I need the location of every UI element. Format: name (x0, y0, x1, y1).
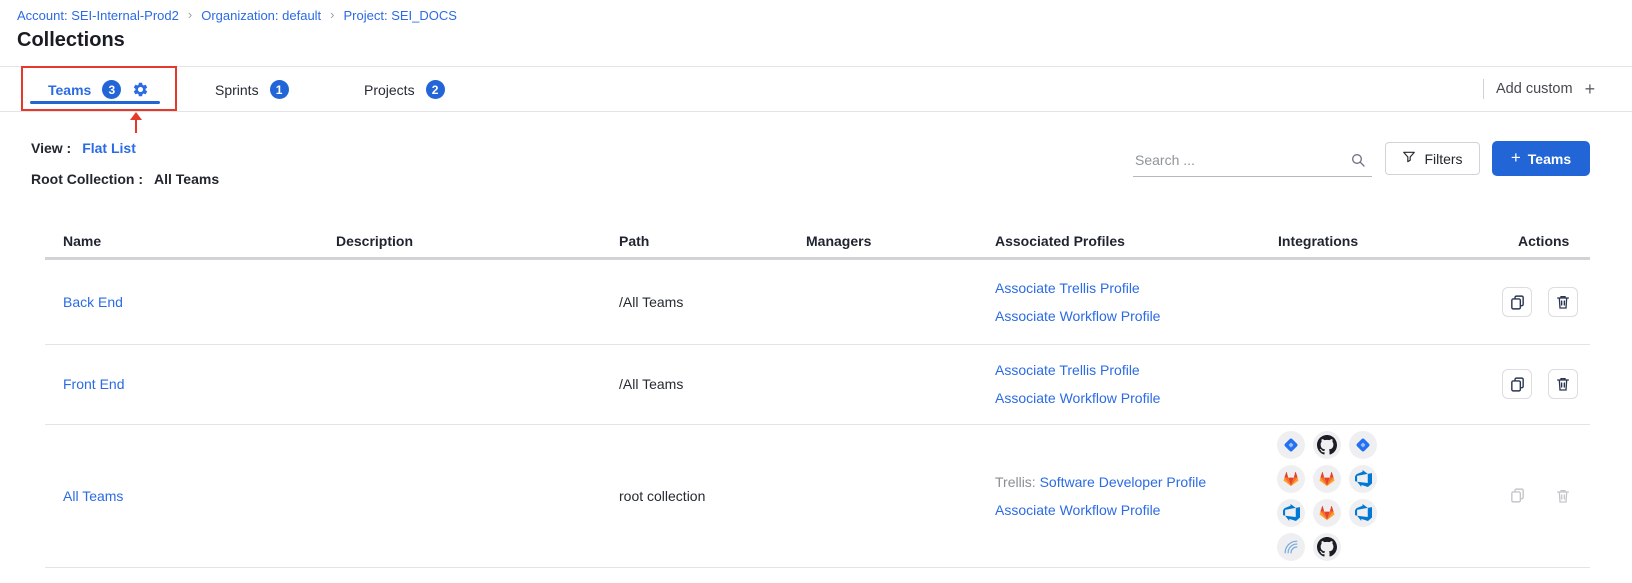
associated-profiles-cell: Trellis: Software Developer Profile Asso… (995, 424, 1206, 567)
associate-trellis-profile-link[interactable]: Associate Trellis Profile (995, 362, 1140, 378)
sprints-count-badge: 1 (270, 80, 289, 99)
tab-teams-label: Teams (48, 82, 91, 98)
actions-cell (1502, 260, 1578, 344)
root-collection-label: Root Collection : (31, 171, 143, 187)
column-header-associated-profiles: Associated Profiles (995, 225, 1125, 256)
path-cell: root collection (619, 424, 705, 567)
filters-button[interactable]: Filters (1385, 142, 1480, 175)
clone-collection-button[interactable] (1502, 287, 1532, 317)
associated-profiles-cell: Associate Trellis Profile Associate Work… (995, 260, 1160, 344)
plus-icon: + (1511, 149, 1521, 166)
trellis-prefix-label: Trellis: (995, 474, 1040, 490)
search-input[interactable] (1133, 145, 1342, 175)
gitlab-icon (1277, 465, 1305, 493)
path-cell: /All Teams (619, 260, 683, 344)
add-custom-label: Add custom (1496, 81, 1573, 97)
associate-trellis-profile-link[interactable]: Associate Trellis Profile (995, 280, 1140, 296)
column-header-managers: Managers (806, 225, 871, 256)
filter-funnel-icon (1402, 150, 1416, 167)
column-header-description: Description (336, 225, 413, 256)
add-teams-button[interactable]: + Teams (1492, 141, 1590, 176)
breadcrumb: Account: SEI-Internal-Prod2 › Organizati… (17, 8, 457, 23)
tab-projects[interactable]: Projects 2 (364, 67, 445, 112)
table-row-all-teams: All Teams root collection Trellis: Softw… (0, 424, 1632, 567)
arc-swoosh-icon (1277, 533, 1305, 561)
projects-count-badge: 2 (426, 80, 445, 99)
column-header-actions: Actions (1518, 225, 1569, 256)
filters-button-label: Filters (1424, 151, 1462, 167)
jira-icon (1349, 431, 1377, 459)
collection-name-link[interactable]: All Teams (63, 488, 123, 504)
teams-count-badge: 3 (102, 80, 121, 99)
associate-workflow-profile-link[interactable]: Associate Workflow Profile (995, 390, 1160, 406)
search-icon (1350, 152, 1366, 173)
search-field (1133, 145, 1372, 177)
view-row: View : Flat List (31, 138, 136, 158)
associate-workflow-profile-link[interactable]: Associate Workflow Profile (995, 308, 1160, 324)
add-teams-button-label: Teams (1528, 151, 1571, 167)
github-icon (1313, 533, 1341, 561)
actions-cell (1502, 344, 1578, 424)
azure-devops-icon (1349, 465, 1377, 493)
delete-collection-button[interactable] (1548, 369, 1578, 399)
jira-icon (1277, 431, 1305, 459)
active-tab-underline (30, 101, 160, 104)
view-value-link[interactable]: Flat List (82, 140, 136, 156)
table-row-back-end: Back End /All Teams Associate Trellis Pr… (0, 260, 1632, 344)
column-header-integrations: Integrations (1278, 225, 1358, 256)
annotation-arrow-line (135, 119, 137, 133)
clone-collection-button-disabled (1502, 481, 1532, 511)
column-header-name: Name (63, 225, 101, 256)
collections-page: Account: SEI-Internal-Prod2 › Organizati… (0, 0, 1632, 583)
tab-bar: Teams 3 Sprints 1 Projects 2 (0, 66, 1632, 112)
view-label: View : (31, 140, 71, 156)
table-header: Name Description Path Managers Associate… (0, 225, 1632, 256)
tab-teams[interactable]: Teams 3 (48, 67, 149, 112)
divider (1483, 79, 1484, 99)
tab-sprints[interactable]: Sprints 1 (215, 67, 289, 112)
integrations-grid (1277, 431, 1377, 561)
actions-cell (1502, 424, 1578, 567)
delete-collection-button[interactable] (1548, 287, 1578, 317)
azure-devops-icon (1349, 499, 1377, 527)
tab-projects-label: Projects (364, 82, 415, 98)
gitlab-icon (1313, 499, 1341, 527)
page-title: Collections (17, 29, 125, 52)
gitlab-icon (1313, 465, 1341, 493)
chevron-right-icon: › (188, 8, 192, 21)
delete-collection-button-disabled (1548, 481, 1578, 511)
associate-workflow-profile-link[interactable]: Associate Workflow Profile (995, 502, 1160, 518)
path-cell: /All Teams (619, 344, 683, 424)
azure-devops-icon (1277, 499, 1305, 527)
breadcrumb-account-link[interactable]: Account: SEI-Internal-Prod2 (17, 8, 179, 23)
tab-sprints-label: Sprints (215, 82, 259, 98)
collection-name-link[interactable]: Back End (63, 294, 123, 310)
clone-collection-button[interactable] (1502, 369, 1532, 399)
table-row-front-end: Front End /All Teams Associate Trellis P… (0, 344, 1632, 424)
plus-icon: + (1585, 80, 1596, 98)
add-custom-button[interactable]: Add custom + (1483, 66, 1595, 111)
chevron-right-icon: › (330, 8, 334, 21)
breadcrumb-organization-link[interactable]: Organization: default (201, 8, 321, 23)
collection-name-link[interactable]: Front End (63, 376, 124, 392)
associated-profiles-cell: Associate Trellis Profile Associate Work… (995, 344, 1160, 424)
gear-icon[interactable] (132, 81, 149, 98)
root-collection-row: Root Collection : All Teams (31, 169, 219, 189)
github-icon (1313, 431, 1341, 459)
table-bottom-divider (45, 567, 1590, 568)
software-developer-profile-link[interactable]: Software Developer Profile (1040, 474, 1207, 490)
root-collection-value: All Teams (154, 171, 219, 187)
breadcrumb-project-link[interactable]: Project: SEI_DOCS (344, 8, 457, 23)
column-header-path: Path (619, 225, 649, 256)
